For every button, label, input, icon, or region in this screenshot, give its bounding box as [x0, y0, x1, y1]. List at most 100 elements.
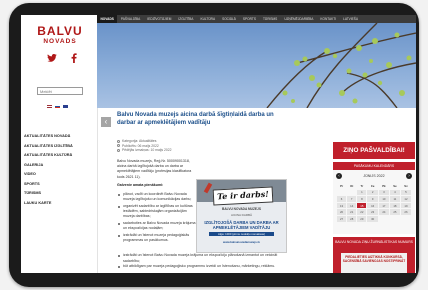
flag-ru-icon[interactable]: [55, 105, 60, 108]
language-switcher: [47, 105, 68, 108]
calendar-day[interactable]: 19: [400, 202, 411, 209]
weekday-label: Sv: [404, 183, 408, 188]
calendar-day[interactable]: 4: [389, 189, 400, 196]
calendar-day[interactable]: 16: [367, 202, 378, 209]
calendar-week-row: 6 7 8 9 10 11 12: [337, 196, 411, 202]
calendar-week-row: 27 28 29 30: [337, 215, 411, 222]
calendar-days: 1 2 3 4 5 6 7 8 9 10 11 12 13 14 15 16 17 18 19 20 21 22 23 24 2…: [337, 189, 411, 222]
calendar-week-row: 20 21 22 23 24 25 26: [337, 209, 411, 215]
calendar-day[interactable]: 17: [378, 202, 389, 209]
facebook-icon[interactable]: [71, 53, 77, 63]
top-nav-item[interactable]: IZGLĪTĪBA: [175, 15, 197, 23]
weekday-label: Ce: [370, 183, 375, 188]
calendar-grid: Pr Ot Tr Ce Pk Se Sv 1 2 3 4 5 6 7 8 9 10 11 12 13 14…: [336, 182, 412, 223]
calendar-day[interactable]: 29: [357, 215, 367, 222]
poster-line: BALVU NOVADA MUZEJS: [222, 207, 261, 211]
weekday-label: Tr: [360, 183, 364, 188]
calendar-day[interactable]: 28: [347, 215, 357, 222]
event-calendar: ‹ JŪNIJS 2022 › Pr Ot Tr Ce Pk Se Sv 123…: [333, 170, 415, 234]
flag-en-icon[interactable]: [63, 105, 68, 108]
top-nav-item[interactable]: PAŠVALDĪBA: [117, 15, 143, 23]
calendar-day[interactable]: 1: [357, 189, 367, 196]
top-nav-item[interactable]: UZŅĒMĒJDARBĪBA: [281, 15, 317, 23]
calendar-icon: [117, 144, 120, 148]
calendar-day[interactable]: 5: [400, 189, 411, 196]
calendar-day[interactable]: 23: [367, 209, 378, 215]
calendar-day[interactable]: 12: [400, 196, 411, 202]
site-logo[interactable]: BALVU NOVADS: [35, 25, 85, 46]
calendar-day[interactable]: 22: [357, 209, 367, 215]
list-item: izstrādāt un īstenot Balvu Novada muzeja…: [117, 253, 287, 264]
collapse-button[interactable]: ‹: [101, 117, 111, 127]
hero-image: [97, 23, 416, 108]
chevron-right-icon[interactable]: ›: [406, 173, 412, 179]
news-box-image[interactable]: PIEDALIETIES AIZTIKKĀ KONKURSĀ, SACENSĪB…: [341, 253, 407, 273]
social-links: [47, 53, 77, 63]
calendar-day[interactable]: 7: [347, 196, 357, 202]
poster-url: www.balvunovadamuzejs.lv: [223, 240, 260, 244]
list-item: plānot, vadīt un koordinēt Balvu Novada …: [117, 192, 197, 202]
weekday-label: Se: [393, 183, 397, 188]
poster-line: AICINA DARBĀ: [230, 213, 252, 217]
calendar-day[interactable]: 10: [378, 196, 389, 202]
meta-modified: Pēdējās izmaiņas: 10 maijs 2022: [122, 148, 172, 153]
calendar-day[interactable]: 13: [337, 202, 347, 209]
left-nav-item[interactable]: LAUKU KARTE: [24, 201, 96, 212]
calendar-title[interactable]: PASĀKUMU KALENDĀRS: [333, 162, 415, 170]
logo-line2: NOVADS: [43, 38, 77, 45]
weekday-label: Pr: [340, 183, 344, 188]
top-nav-item[interactable]: LATVIEŠU: [340, 15, 362, 23]
top-nav-item[interactable]: IEDZĪVOTĀJIEM: [144, 15, 175, 23]
calendar-day[interactable]: 15: [357, 202, 367, 209]
calendar-day[interactable]: 21: [347, 209, 357, 215]
calendar-day[interactable]: 8: [357, 196, 367, 202]
calendar-day[interactable]: 9: [367, 196, 378, 202]
top-nav-item[interactable]: SOCIĀLĀ: [219, 15, 240, 23]
list-item: organizēt sadarbību ar izglītības un kul…: [117, 204, 197, 220]
poster-sign: Te ir darbs!: [212, 186, 274, 206]
left-nav: AKTUALITĀTES NOVADĀ AKTUALITĀTES IZGLĪTĪ…: [24, 134, 96, 212]
clock-icon: [117, 148, 120, 152]
twitter-icon[interactable]: [47, 54, 57, 62]
duties-heading: Galvenie amata pienākumi:: [117, 183, 164, 187]
meta-row: Pēdējās izmaiņas: 10 maijs 2022: [117, 148, 217, 153]
calendar-day[interactable]: 20: [337, 209, 347, 215]
report-banner-button[interactable]: ZIŅO PAŠVALDĪBAI!: [333, 142, 415, 159]
top-nav-item[interactable]: KULTŪRA: [197, 15, 219, 23]
left-sidebar: BALVU NOVADS Meklēt AKTUALITĀTES NOVADĀ …: [21, 15, 98, 273]
calendar-day[interactable]: 26: [400, 209, 411, 215]
top-nav-item[interactable]: TŪRISMS: [259, 15, 280, 23]
calendar-day[interactable]: 24: [378, 209, 389, 215]
calendar-day[interactable]: 3: [378, 189, 389, 196]
calendar-week-row: 13 14 15 16 17 18 19: [337, 202, 411, 209]
top-navigation: NOVADS PAŠVALDĪBA IEDZĪVOTĀJIEM IZGLĪTĪB…: [97, 15, 416, 23]
calendar-day[interactable]: 27: [337, 215, 347, 222]
calendar-week-row: 12345: [337, 189, 411, 196]
calendar-day[interactable]: 14: [347, 202, 357, 209]
search-input[interactable]: Meklēt: [37, 87, 83, 95]
article-title[interactable]: Balvu Novada muzejs aicina darbā šīgtiņl…: [117, 112, 283, 127]
calendar-day[interactable]: 25: [389, 209, 400, 215]
calendar-day[interactable]: 30: [367, 215, 378, 222]
logo-line1: BALVU: [37, 24, 83, 38]
calendar-day[interactable]: 6: [337, 196, 347, 202]
article-intro: Balvu Novada muzejs, Reģ.Nr. 50009001318…: [117, 159, 192, 179]
list-item: būt atbildīgam par muzeja pedagoģisko pr…: [117, 264, 287, 270]
calendar-day[interactable]: 2: [367, 189, 378, 196]
calendar-day: [337, 190, 346, 196]
list-item: izstrādāt un īstenot muzeja pedagoģiskās…: [117, 233, 197, 243]
calendar-day[interactable]: 18: [389, 202, 400, 209]
flag-lv-icon[interactable]: [47, 105, 52, 108]
more-duties-list: izstrādāt un īstenot Balvu Novada muzeja…: [117, 253, 287, 270]
folder-icon: [117, 139, 120, 143]
duties-list: plānot, vadīt un koordinēt Balvu Novada …: [117, 192, 197, 245]
browser-page: BALVU NOVADS Meklēt AKTUALITĀTES NOVADĀ …: [21, 15, 416, 273]
top-nav-item[interactable]: SPORTS: [239, 15, 259, 23]
calendar-day: [401, 216, 411, 222]
top-nav-item[interactable]: KONTAKTI: [317, 15, 340, 23]
top-nav-item[interactable]: NOVADS: [97, 15, 118, 23]
article-meta: Kategorija: Aktualitātes Publicēts: 06 m…: [117, 139, 217, 153]
news-magazine-box[interactable]: BALVU NOVADA ZIŅU ŽURNĀLISTIKAS NUMURS P…: [333, 237, 415, 273]
calendar-day[interactable]: 11: [389, 196, 400, 202]
calendar-day: [390, 216, 400, 222]
